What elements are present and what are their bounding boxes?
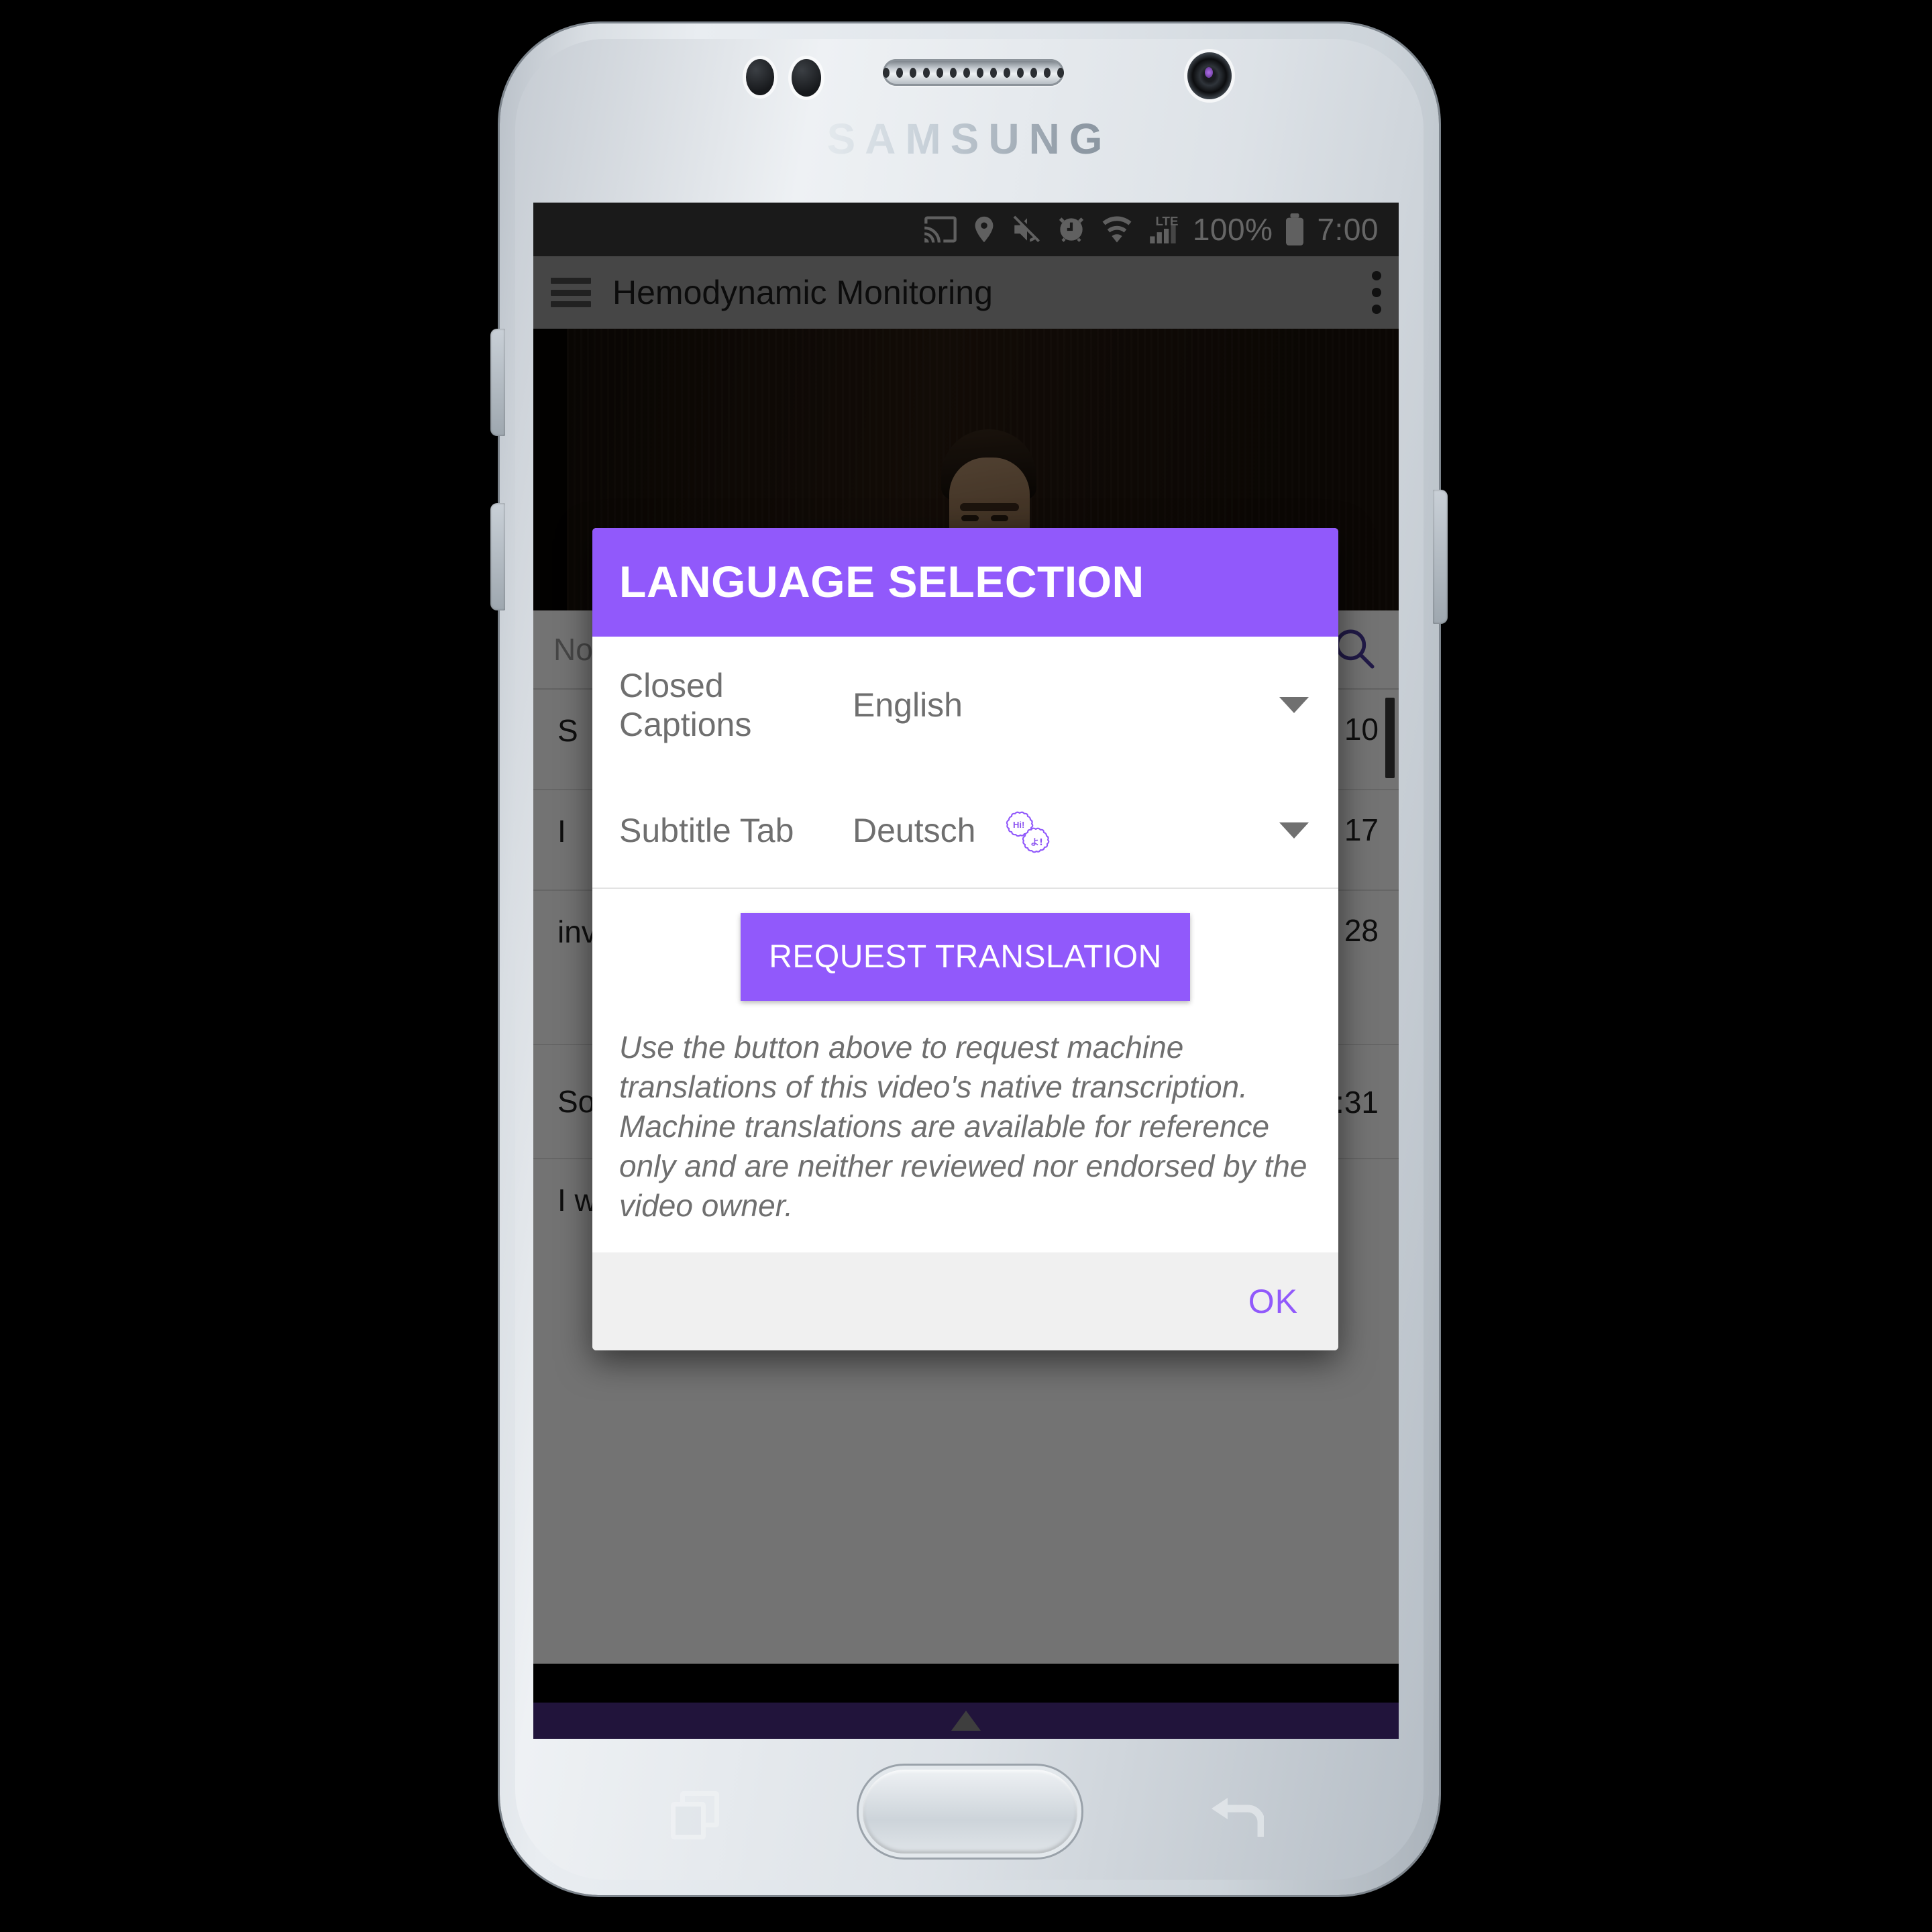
- dialog-title: LANGUAGE SELECTION: [619, 557, 1144, 606]
- power-button[interactable]: [1433, 490, 1448, 624]
- volume-up-button[interactable]: [490, 329, 505, 436]
- phone-screen: LTE 100% 7:00 Hemodynamic Monitoring: [533, 203, 1399, 1739]
- request-translation-container: REQUEST TRANSLATION: [592, 889, 1338, 1024]
- closed-captions-value: English: [853, 686, 963, 724]
- closed-captions-label: Closed Captions: [619, 667, 752, 743]
- home-button[interactable]: [863, 1770, 1077, 1854]
- volume-down-button[interactable]: [490, 503, 505, 610]
- request-translation-button[interactable]: REQUEST TRANSLATION: [741, 913, 1190, 1001]
- dialog-footer: OK: [592, 1252, 1338, 1350]
- language-selection-dialog: LANGUAGE SELECTION Closed Captions Engli…: [592, 528, 1338, 1350]
- device-brand-logo: SAMSUNG: [515, 114, 1424, 164]
- light-sensor-icon: [792, 59, 821, 97]
- dialog-header: LANGUAGE SELECTION: [592, 528, 1338, 637]
- earpiece-speaker: [883, 59, 1064, 86]
- subtitle-tab-value: Deutsch: [853, 812, 976, 849]
- screenshot-stage: SAMSUNG LANGUAGE SELECTION Closed Captio…: [0, 0, 1932, 1932]
- translation-disclaimer-text: Use the button above to request machine …: [619, 1030, 1307, 1223]
- chevron-down-icon[interactable]: [1279, 697, 1309, 713]
- recents-icon[interactable]: [671, 1791, 720, 1841]
- svg-text:Hi!: Hi!: [1013, 820, 1024, 830]
- chevron-down-icon[interactable]: [1279, 822, 1309, 839]
- ok-button[interactable]: OK: [1248, 1282, 1298, 1321]
- dialog-body: Closed Captions English Subtitle Tab Deu…: [592, 637, 1338, 1252]
- proximity-sensor-icon: [746, 59, 774, 95]
- closed-captions-row[interactable]: Closed Captions English: [592, 637, 1338, 773]
- front-camera-icon: [1187, 52, 1232, 99]
- svg-text:よ!: よ!: [1030, 838, 1043, 848]
- back-icon[interactable]: [1208, 1795, 1265, 1842]
- subtitle-tab-row[interactable]: Subtitle Tab Deutsch Hi! よ!: [592, 773, 1338, 888]
- translation-bubbles-icon[interactable]: Hi! よ!: [1002, 806, 1051, 855]
- subtitle-tab-label: Subtitle Tab: [619, 812, 794, 849]
